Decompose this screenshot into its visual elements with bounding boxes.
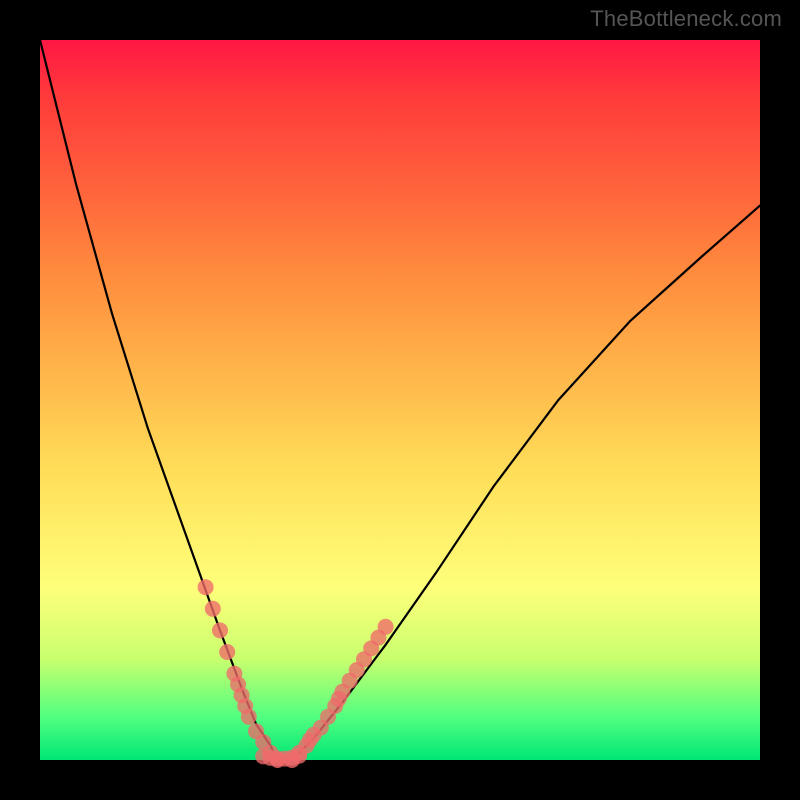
marker-dot <box>198 579 214 595</box>
marker-dot <box>219 644 235 660</box>
marker-dot <box>241 709 257 725</box>
marker-dot <box>378 619 394 635</box>
curve-right-branch <box>292 206 760 760</box>
curve-layer <box>40 40 760 760</box>
curve-group <box>40 40 760 760</box>
watermark-text: TheBottleneck.com <box>590 6 782 32</box>
curve-left-branch <box>40 40 278 760</box>
marker-dot <box>205 601 221 617</box>
marker-dot <box>291 748 307 764</box>
plot-area <box>40 40 760 760</box>
marker-dot <box>212 622 228 638</box>
chart-stage: TheBottleneck.com <box>0 0 800 800</box>
